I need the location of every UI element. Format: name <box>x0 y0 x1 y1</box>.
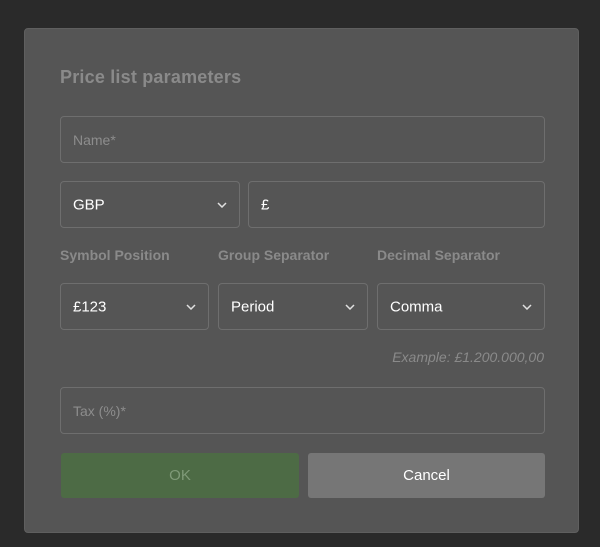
decimal-separator-label: Decimal Separator <box>377 247 500 263</box>
chevron-down-icon <box>345 303 355 310</box>
chevron-down-icon <box>186 303 196 310</box>
name-field[interactable]: Name* <box>60 116 545 163</box>
name-placeholder: Name* <box>73 131 116 148</box>
group-separator-label: Group Separator <box>218 247 330 263</box>
symbol-position-value: £123 <box>73 298 107 315</box>
currency-value: GBP <box>73 196 105 213</box>
group-separator-select[interactable]: Period <box>218 283 368 330</box>
chevron-down-icon <box>217 201 227 208</box>
currency-select[interactable]: GBP <box>60 181 240 228</box>
decimal-separator-value: Comma <box>390 298 443 315</box>
cancel-button[interactable]: Cancel <box>308 453 545 498</box>
symbol-position-label: Symbol Position <box>60 247 170 263</box>
ok-button[interactable]: OK <box>61 453 299 498</box>
format-example: Example: £1.200.000,00 <box>392 349 544 365</box>
group-separator-value: Period <box>231 298 275 315</box>
chevron-down-icon <box>522 303 532 310</box>
dialog-title: Price list parameters <box>60 67 242 87</box>
price-list-dialog: Price list parameters Name* GBP £ Symbol… <box>24 28 579 533</box>
tax-field[interactable]: Tax (%)* <box>60 387 545 434</box>
currency-symbol-value: £ <box>261 196 270 213</box>
tax-placeholder: Tax (%)* <box>73 402 126 419</box>
currency-symbol-field[interactable]: £ <box>248 181 545 228</box>
decimal-separator-select[interactable]: Comma <box>377 283 545 330</box>
symbol-position-select[interactable]: £123 <box>60 283 209 330</box>
